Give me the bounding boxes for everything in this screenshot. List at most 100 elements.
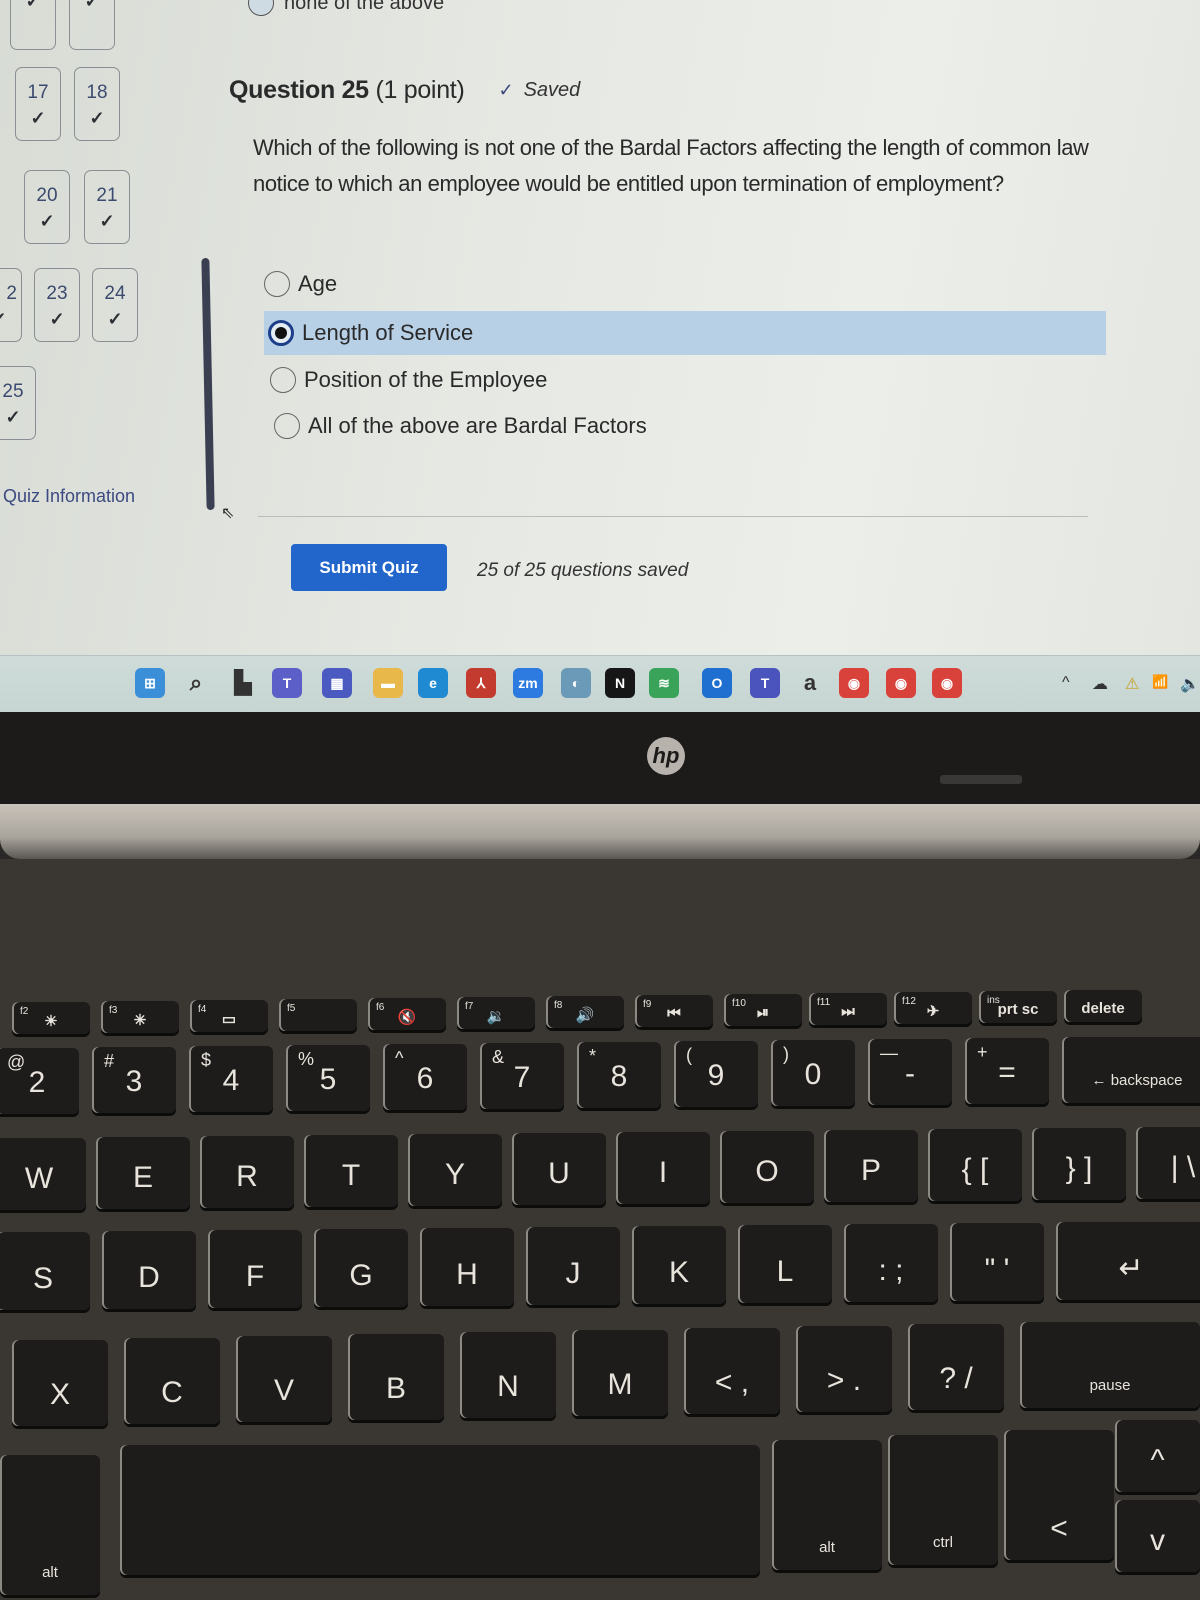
task-view-icon[interactable]: ▙ xyxy=(228,668,258,698)
radio-button[interactable] xyxy=(270,367,296,393)
key-O[interactable]: O xyxy=(720,1131,814,1203)
file-explorer-icon[interactable]: ▬ xyxy=(373,668,403,698)
key-f11[interactable]: f11 ⏭ xyxy=(809,993,887,1025)
key-5[interactable]: % 5 xyxy=(286,1045,370,1111)
radio-button[interactable] xyxy=(248,0,274,16)
key-V[interactable]: V xyxy=(236,1336,332,1422)
key-[interactable]: | \ xyxy=(1136,1127,1200,1199)
key-alt-right[interactable]: alt xyxy=(772,1440,882,1570)
previous-question-option[interactable]: none of the above xyxy=(248,0,444,16)
key-=[interactable]: + = xyxy=(965,1038,1049,1104)
key-J[interactable]: J xyxy=(526,1227,620,1305)
key-[interactable]: } ] xyxy=(1032,1128,1126,1200)
volume-icon[interactable]: 🔈 xyxy=(1180,674,1200,694)
key-f3[interactable]: f3 ✳ xyxy=(101,1001,179,1033)
key-space[interactable] xyxy=(120,1445,760,1575)
key-4[interactable]: $4 xyxy=(189,1046,273,1112)
key-B[interactable]: B xyxy=(348,1334,444,1420)
answer-option-position[interactable]: Position of the Employee xyxy=(270,358,547,402)
key-P[interactable]: P xyxy=(824,1130,918,1202)
key-[interactable]: { [ xyxy=(928,1129,1022,1201)
key-I[interactable]: I xyxy=(616,1132,710,1204)
key-ctrl[interactable]: ctrl xyxy=(888,1435,998,1565)
key-f4[interactable]: f4 ▭ xyxy=(190,1000,268,1032)
key-W[interactable]: W xyxy=(0,1138,86,1210)
key-arrow-down[interactable]: v xyxy=(1115,1500,1200,1572)
question-nav-button-18[interactable]: 18 ✓ xyxy=(74,67,120,141)
key-3[interactable]: #3 xyxy=(92,1047,176,1113)
radio-button[interactable] xyxy=(264,271,290,297)
start-icon[interactable]: ⊞ xyxy=(135,668,165,698)
spotify-icon[interactable]: ≋ xyxy=(649,668,679,698)
question-nav-button-21[interactable]: 21 ✓ xyxy=(84,170,130,244)
chrome-profile-icon[interactable]: ◉ xyxy=(886,668,916,698)
key-punct[interactable]: > . xyxy=(796,1326,892,1412)
key-C[interactable]: C xyxy=(124,1338,220,1424)
show-hidden-icons-chevron-icon[interactable]: ^ xyxy=(1062,674,1070,692)
key-L[interactable]: L xyxy=(738,1225,832,1303)
outlook-icon[interactable]: O xyxy=(702,668,732,698)
key-f10[interactable]: f10 ⏯ xyxy=(724,994,802,1026)
zoom-icon[interactable]: zm xyxy=(513,668,543,698)
key-9[interactable]: (9 xyxy=(674,1041,758,1107)
question-nav-button-22[interactable]: 2✓ xyxy=(0,268,22,342)
key-6[interactable]: ^ 6 xyxy=(383,1044,467,1110)
amazon-icon[interactable]: a xyxy=(795,668,825,698)
store-icon[interactable]: ▦ xyxy=(322,668,352,698)
key-f5[interactable]: f5 xyxy=(279,999,357,1031)
question-nav-button-17[interactable]: 17 ✓ xyxy=(15,67,61,141)
key-2[interactable]: @2 xyxy=(0,1048,79,1114)
key-backspace[interactable]: ← backspace xyxy=(1062,1037,1200,1103)
key-X[interactable]: X xyxy=(12,1340,108,1426)
key-pause[interactable]: pause xyxy=(1020,1322,1200,1408)
key-f8[interactable]: f8 🔊 xyxy=(546,996,624,1028)
teams-icon[interactable]: T xyxy=(272,668,302,698)
key-delete[interactable]: delete xyxy=(1064,990,1142,1022)
key-0[interactable]: ) 0 xyxy=(771,1040,855,1106)
question-nav-button-25[interactable]: 25 ✓ xyxy=(0,366,36,440)
question-nav-button-23[interactable]: 23 ✓ xyxy=(34,268,80,342)
answer-option-all-of-the-above[interactable]: All of the above are Bardal Factors xyxy=(274,404,647,448)
key-ins[interactable]: ins prt sc xyxy=(979,991,1057,1023)
netflix-icon[interactable]: N xyxy=(605,668,635,698)
chrome-2-icon[interactable]: ◉ xyxy=(932,668,962,698)
key-punct[interactable]: " ' xyxy=(950,1223,1044,1301)
key-f12[interactable]: f12 ✈ xyxy=(894,992,972,1024)
key-alt-left[interactable]: alt xyxy=(0,1455,100,1595)
key-M[interactable]: M xyxy=(572,1330,668,1416)
key-K[interactable]: K xyxy=(632,1226,726,1304)
search-icon[interactable]: ⌕ xyxy=(181,668,211,698)
acrobat-icon[interactable]: ⅄ xyxy=(466,668,496,698)
onedrive-icon[interactable]: ☁ xyxy=(1092,674,1108,694)
key-punct[interactable]: < , xyxy=(684,1328,780,1414)
key-Y[interactable]: Y xyxy=(408,1134,502,1206)
radio-button-selected[interactable] xyxy=(268,320,294,346)
key-G[interactable]: G xyxy=(314,1229,408,1307)
teams-new-icon[interactable]: T xyxy=(750,668,780,698)
key-U[interactable]: U xyxy=(512,1133,606,1205)
question-nav-button[interactable]: ✓ xyxy=(10,0,56,50)
key--[interactable]: — - xyxy=(868,1039,952,1105)
key-7[interactable]: & 7 xyxy=(480,1043,564,1109)
key-punct[interactable]: : ; xyxy=(844,1224,938,1302)
key-R[interactable]: R xyxy=(200,1136,294,1208)
key-S[interactable]: S xyxy=(0,1232,90,1310)
key-E[interactable]: E xyxy=(96,1137,190,1209)
key-8[interactable]: * 8 xyxy=(577,1042,661,1108)
key-T[interactable]: T xyxy=(304,1135,398,1207)
quiz-information-link[interactable]: Quiz Information xyxy=(3,486,135,507)
key-punct[interactable]: ? / xyxy=(908,1324,1004,1410)
key-f6[interactable]: f6 🔇 xyxy=(368,998,446,1030)
chrome-icon[interactable]: ◉ xyxy=(839,668,869,698)
key-f7[interactable]: f7 🔉 xyxy=(457,997,535,1029)
key-D[interactable]: D xyxy=(102,1231,196,1309)
scrollbar[interactable] xyxy=(201,257,215,511)
app-globe-icon[interactable]: ◐ xyxy=(561,668,591,698)
question-nav-button[interactable]: ✓ xyxy=(69,0,115,50)
question-nav-button-20[interactable]: 20 ✓ xyxy=(24,170,70,244)
key-arrow-left[interactable]: < xyxy=(1004,1430,1114,1560)
key-F[interactable]: F xyxy=(208,1230,302,1308)
question-nav-button-24[interactable]: 24 ✓ xyxy=(92,268,138,342)
edge-icon[interactable]: e xyxy=(418,668,448,698)
submit-quiz-button[interactable]: Submit Quiz xyxy=(291,544,447,591)
